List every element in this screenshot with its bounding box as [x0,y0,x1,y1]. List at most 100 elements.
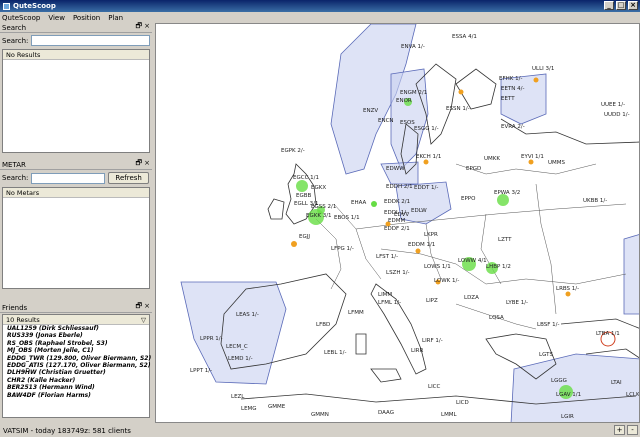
search-panel: Search 🗗 × Search: No Results [0,22,152,159]
maximize-button[interactable]: □ [616,1,626,10]
friends-results-header: 10 Results ▽ [3,315,149,325]
map-label: EGPK 2/- [281,148,305,154]
map-label: LFMM [348,310,364,316]
map-label: LGGG [551,378,567,384]
airport-lrop[interactable] [565,291,571,297]
map-label: LFML 1/- [378,300,401,306]
europe-map[interactable]: ENVA 1/- ESSA 4/1 EFHK 1/- ENGM 2/1 ENOR… [156,24,640,423]
friends-panel-title-text: Friends [2,303,28,312]
airport-eddk[interactable] [371,201,377,207]
menu-plan[interactable]: Plan [108,14,123,22]
map-label: ENZV [363,108,378,114]
map-label: EGJJ [299,234,310,240]
airport-essa[interactable] [458,89,464,95]
float-icon[interactable]: 🗗 [136,302,143,313]
search-label: Search: [2,36,29,45]
friend-item[interactable]: BAW4DF (Florian Harms) [3,392,149,399]
sort-icon[interactable]: ▽ [141,316,146,324]
close-icon[interactable]: × [144,22,150,33]
map-label: EGKX [311,185,326,191]
map-label: ENOR [396,98,412,104]
map-label: UUDD 1/- [604,112,630,118]
map-label: ESGG 1/- [414,126,439,132]
map-label: LBSF 1/- [537,322,559,328]
search-results-header-text: No Results [6,50,41,59]
minimize-button[interactable]: _ [604,1,614,10]
friend-item[interactable]: UAL1259 (Dirk Schliessauf) [3,325,149,332]
close-icon[interactable]: × [144,159,150,170]
friend-item[interactable]: RUS339 (Jonas Eberle) [3,332,149,339]
map-label: EBOS 1/1 [334,215,360,221]
float-icon[interactable]: 🗗 [136,22,143,33]
status-bar: VATSIM - today 183749z: 581 clients + - [0,424,640,437]
map-label: LICD [456,400,469,406]
map-label: LPPT 1/- [190,368,212,374]
airport-egll[interactable] [296,180,308,192]
map-label: LEMD 1/- [228,356,253,362]
map-label: EGBB [296,193,312,199]
map-label: ENVA 1/- [401,44,425,50]
friend-item[interactable]: MJ_OBS (Morten Jelle, C1) [3,347,149,354]
map-label: LSZH 1/- [386,270,410,276]
friend-item[interactable]: DLH9HW (Christian Gruetter) [3,369,149,376]
map-label: EDDH 2/1 [386,184,413,190]
search-panel-title: Search 🗗 × [0,22,152,33]
map-label: ESOS [400,120,415,126]
menu-qutescoop[interactable]: QuteScoop [2,14,40,22]
airport-eddm[interactable] [415,248,421,254]
map-label: LZTT [498,237,512,243]
friend-item[interactable]: EDDG_TWR (129.800, Oliver Biermann, S2) [3,355,151,362]
airport-efhk[interactable] [533,77,539,83]
map-label: EYVI 1/1 [521,154,544,160]
map-label: EPWA 3/2 [494,190,520,196]
airport-ekch[interactable] [423,159,429,165]
map-label: LMML [441,412,458,418]
metar-results[interactable]: No Metars [2,187,150,289]
friends-panel-title: Friends 🗗 × [0,302,152,313]
float-icon[interactable]: 🗗 [136,159,143,170]
metar-panel-title-text: METAR [2,160,26,169]
status-text: VATSIM - today 183749z: 581 clients [3,426,131,435]
friend-item[interactable]: BER2513 (Hermann Wind) [3,384,149,391]
map-label: GMME [268,404,286,410]
metar-results-header: No Metars [3,188,149,198]
friend-item[interactable]: CHR2 (Kalle Hacker) [3,377,149,384]
search-results-header: No Results [3,50,149,60]
metar-search-input[interactable] [31,172,106,184]
friend-item[interactable]: EDDG_ATIS (127.170, Oliver Biermann, S2) [3,362,151,369]
fir-east[interactable] [623,234,640,315]
map-label: LDZA [464,295,479,301]
map-label: EPPO [461,196,476,202]
map-label: EETT [501,96,515,102]
refresh-button[interactable]: Refresh [108,172,149,184]
search-input[interactable] [31,35,150,46]
search-panel-title-text: Search [2,23,27,32]
zoom-out-button[interactable]: - [627,425,638,435]
close-button[interactable]: × [628,1,638,10]
metar-results-header-text: No Metars [6,188,40,197]
airport-eyvi[interactable] [528,159,534,165]
map-label: LEAS 1/- [236,312,259,318]
search-results[interactable]: No Results [2,49,150,153]
map-label: LOWW 4/1 [458,258,487,264]
map-label: LECM_C [226,344,248,350]
map-label: EGCC 1/1 [293,175,319,181]
map-label: EHAA [351,200,367,206]
menu-bar: QuteScoop View Position Plan [0,12,640,23]
friend-item[interactable]: RS_OBS (Raphael Strobel, S3) [3,340,149,347]
airport-egjj[interactable] [291,241,297,247]
map-view[interactable]: ENVA 1/- ESSA 4/1 EFHK 1/- ENGM 2/1 ENOR… [155,23,640,423]
map-label: ENGM 2/1 [400,90,427,96]
friends-list[interactable]: 10 Results ▽ UAL1259 (Dirk Schliessauf) R… [2,314,151,418]
zoom-in-button[interactable]: + [614,425,625,435]
close-icon[interactable]: × [144,302,150,313]
menu-position[interactable]: Position [73,14,100,22]
map-label: EGSS 2/1 [311,204,336,210]
map-label: EETN 4/- [501,86,525,92]
metar-panel: METAR 🗗 × Search: Refresh No Metars [0,159,152,302]
menu-view[interactable]: View [48,14,65,22]
map-label: LIRF 1/- [422,338,443,344]
fir-southeast[interactable] [510,353,640,423]
map-label: EGKK 3/1 [306,213,332,219]
map-label: ENCN [378,118,394,124]
